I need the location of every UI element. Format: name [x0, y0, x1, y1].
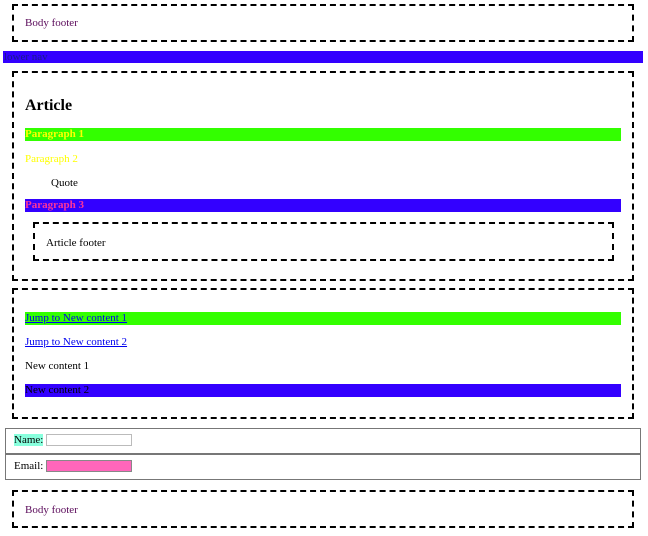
- paragraph-2: Paragraph 2: [25, 153, 78, 165]
- name-input[interactable]: [46, 434, 132, 446]
- jump-links-section: Jump to New content 1 Jump to New conten…: [12, 288, 634, 419]
- jump-link-row-2: Jump to New content 2: [25, 336, 621, 349]
- email-row: Email:: [5, 454, 641, 480]
- body-footer-top: Body footer: [12, 4, 634, 42]
- page: Body footer lower nav Article Paragraph …: [0, 0, 648, 536]
- new-content-2: New content 2: [25, 384, 621, 397]
- name-label: Name:: [14, 434, 44, 446]
- body-footer-text: Body footer: [25, 17, 78, 29]
- name-row: Name:: [5, 428, 641, 454]
- jump-to-content-1-link[interactable]: Jump to New content 1: [25, 312, 127, 324]
- new-content-1: New content 1: [25, 360, 90, 372]
- email-input[interactable]: [46, 460, 132, 472]
- body-footer-bottom: Body footer: [12, 490, 634, 528]
- jump-link-row-1: Jump to New content 1: [25, 312, 621, 325]
- paragraph-3: Paragraph 3: [25, 199, 621, 212]
- lower-nav-text: lower nav: [4, 51, 48, 63]
- jump-to-content-2-link[interactable]: Jump to New content 2: [25, 336, 127, 348]
- body-footer-text: Body footer: [25, 504, 78, 516]
- article-footer-text: Article footer: [46, 237, 106, 249]
- email-label: Email:: [14, 460, 44, 472]
- lower-nav-bar: lower nav: [3, 51, 643, 63]
- paragraph-1: Paragraph 1: [25, 128, 621, 141]
- article-footer: Article footer: [33, 222, 614, 261]
- quote: Quote: [51, 177, 78, 189]
- article-section: Article Paragraph 1 Paragraph 2 Quote Pa…: [12, 71, 634, 281]
- article-title: Article: [25, 97, 73, 114]
